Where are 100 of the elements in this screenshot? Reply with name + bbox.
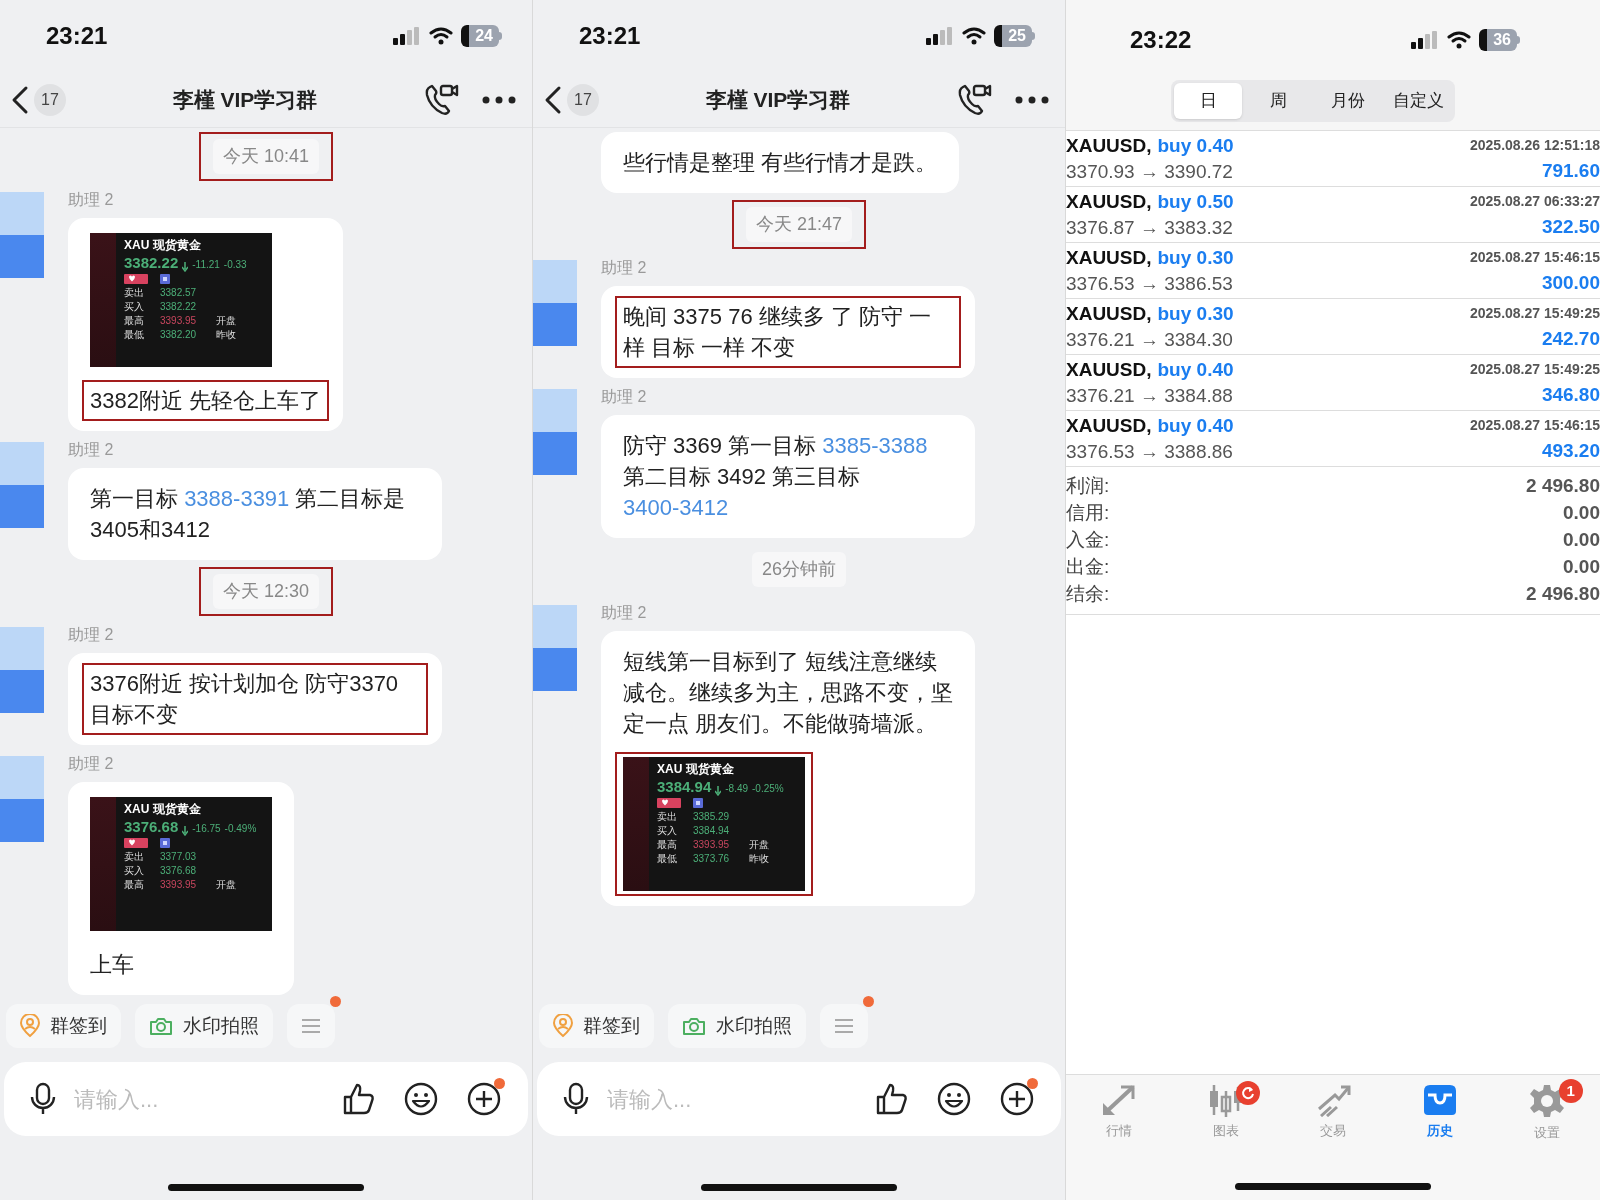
quote-value: 3377.03 [160,850,198,863]
quote-value: 3376.68 [160,864,198,877]
quick-action-button[interactable]: 群签到 [539,1004,654,1048]
trade-time: 2025.08.27 15:46:15 [1470,248,1600,267]
status-time: 23:21 [579,21,641,51]
back-icon [10,84,30,115]
period-tab[interactable]: 自定义 [1384,83,1452,119]
sender-name: 助理 2 [68,754,115,774]
quote-label: 昨收 [216,328,236,341]
period-tab[interactable]: 周 [1244,83,1312,119]
quote-value: 3382.57 [160,286,198,299]
battery-cap [499,32,502,40]
gear-icon [1528,1083,1565,1119]
quick-action-button[interactable]: 水印拍照 [135,1004,273,1048]
message-text: 3376附近 按计划加仓 防守3370 目标不变 [90,670,400,729]
period-tab[interactable]: 日 [1174,83,1242,119]
message-text: 第一目标 3388-3391 第二目标是3405和3412 [90,485,407,544]
down-arrow-icon [182,262,189,272]
quote-value: 3382.22 [160,300,198,313]
menu-button[interactable] [820,1004,868,1048]
quote-value: 3393.95 [693,838,731,851]
summary-label: 入金: [1066,528,1110,553]
profit-value: 493.20 [1541,439,1600,463]
quote-label: 最高 [124,878,145,891]
message-input[interactable]: 请输入... [607,1082,857,1116]
back-icon [543,84,563,115]
signal-icon [393,27,422,45]
order-side: buy 0.40 [1157,134,1234,158]
message-text: 3382附近 先轻仓上车了 [90,387,322,415]
message-input[interactable]: 请输入... [74,1082,324,1116]
summary-value: 0.00 [1563,528,1600,553]
down-arrow-icon [182,826,189,836]
trade-row[interactable]: XAUUSD, buy 0.40 3376.53 → 3388.86 2025.08.27 15:46:15 493.20 [1066,411,1600,467]
instrument-title: XAU 现货黄金 [657,761,735,777]
quote-label: 开盘 [749,838,769,851]
profit-value: 346.80 [1541,383,1600,407]
change-percent: -0.49% [224,822,257,836]
trade-time: 2025.08.27 15:49:25 [1470,360,1600,379]
message-text: 防守 3369 第一目标 3385-3388 第二目标 3492 第三目标 3400-3412 [623,432,929,522]
quote-label: 买入 [124,864,145,877]
price-range: 3376.87 → 3383.32 [1066,216,1234,240]
sender-name: 助理 2 [601,387,648,407]
summary-value: 2 496.80 [1526,582,1600,607]
quick-action-button[interactable]: 水印拍照 [668,1004,806,1048]
notification-badge: 1 [1558,1079,1583,1103]
symbol-text: XAUUSD, [1066,134,1152,158]
price-range: 3376.53 → 3388.86 [1066,440,1234,464]
square-tag-icon [693,798,703,808]
trade-row[interactable]: XAUUSD, buy 0.40 3376.21 → 3384.88 2025.08.27 15:49:25 346.80 [1066,355,1600,411]
sender-name: 助理 2 [601,603,648,623]
square-tag-icon [160,838,170,848]
profit-value: 322.50 [1541,215,1600,239]
summary-label: 利润: [1066,474,1110,499]
order-side: buy 0.40 [1157,414,1234,438]
symbol-text: XAUUSD, [1066,414,1152,438]
symbol-text: XAUUSD, [1066,190,1152,214]
sender-name: 助理 2 [68,440,115,460]
summary-label: 结余: [1066,582,1110,607]
menu-icon [834,1018,854,1034]
nav-tab[interactable]: 历史 [1399,1083,1480,1143]
summary-value: 0.00 [1563,501,1600,526]
down-arrow-icon [715,786,722,796]
camera-icon [149,1016,173,1036]
period-tab[interactable]: 月份 [1314,83,1382,119]
change-text: -8.49 [725,782,749,796]
trade-row[interactable]: XAUUSD, buy 0.40 3370.93 → 3390.72 2025.08.26 12:51:18 791.60 [1066,131,1600,187]
wifi-icon [429,27,454,45]
location-pin-icon [553,1014,573,1038]
plus-icon [466,1081,502,1117]
unread-count[interactable]: 17 [567,83,599,116]
symbol-text: XAUUSD, [1066,246,1152,270]
message-text: 晚间 3375 76 继续多 了 防守 一样 目标 一样 不变 [623,303,933,362]
battery-level: 24 [461,25,499,47]
status-time: 23:21 [46,21,108,51]
timestamp: 今天 21:47 [745,207,852,242]
timestamp: 今天 12:30 [212,574,319,609]
battery-cap [1517,36,1520,44]
thumbs-up-icon [875,1082,909,1116]
order-side: buy 0.50 [1157,190,1234,214]
summary-label: 出金: [1066,555,1110,580]
quote-value: 3382.20 [160,328,198,341]
menu-button[interactable] [287,1004,335,1048]
quote-label: 开盘 [216,878,236,891]
trade-time: 2025.08.27 06:33:27 [1470,192,1600,211]
unread-count[interactable]: 17 [34,83,66,116]
message-text: 短线第一目标到了 短线注意继续减仓。继续多为主，思路不变，坚定一点 朋友们。不能做骑墙派。 [623,648,953,738]
trade-time: 2025.08.26 12:51:18 [1470,136,1600,155]
summary-value: 2 496.80 [1526,474,1600,499]
trade-row[interactable]: XAUUSD, buy 0.30 3376.53 → 3386.53 2025.08.27 15:46:15 300.00 [1066,243,1600,299]
profit-value: 791.60 [1541,159,1600,183]
quote-label: 开盘 [216,314,236,327]
arrows-icon [1101,1083,1138,1117]
quote-value: 3373.76 [693,852,731,865]
quick-action-button[interactable]: 群签到 [6,1004,121,1048]
message-text: 些行情是整理 有些行情才是跌。 [623,149,938,177]
quote-label: 最高 [124,314,145,327]
signal-icon [926,27,955,45]
trade-row[interactable]: XAUUSD, buy 0.50 3376.87 → 3383.32 2025.08.27 06:33:27 322.50 [1066,187,1600,243]
change-text: -11.21 [192,258,220,272]
trade-row[interactable]: XAUUSD, buy 0.30 3376.21 → 3384.30 2025.08.27 15:49:25 242.70 [1066,299,1600,355]
